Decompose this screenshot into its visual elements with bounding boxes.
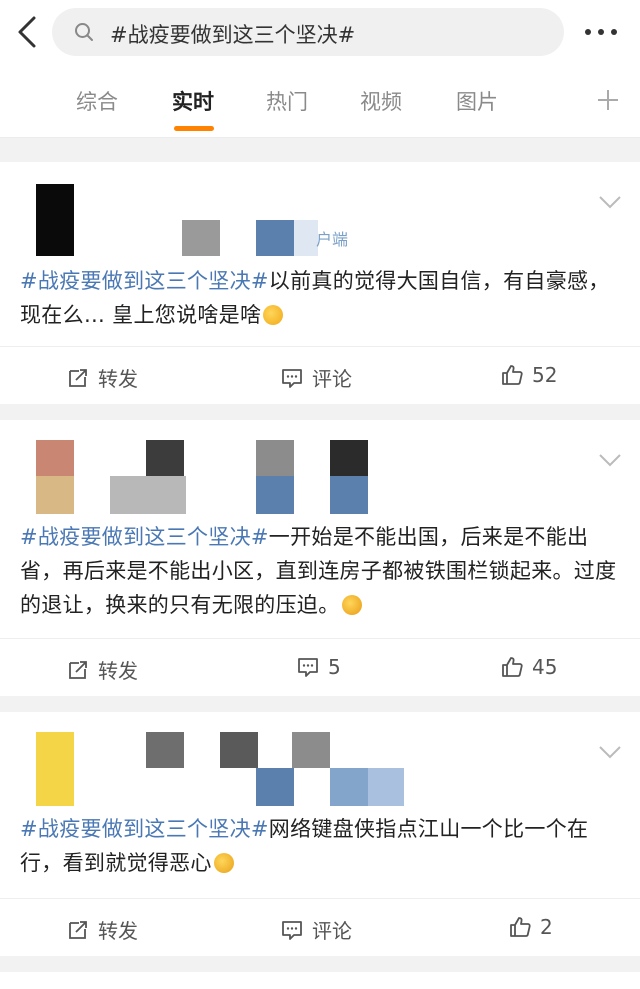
post-text: #战疫要做到这三个坚决#一开始是不能出国，后来是不能出省，再后来是不能出小区，直… xyxy=(20,520,620,622)
vomiting-face-emoji-icon xyxy=(213,853,234,873)
search-icon xyxy=(74,22,94,42)
post-source: 户端 xyxy=(316,230,349,249)
redacted-username xyxy=(110,476,186,514)
chevron-down-icon[interactable] xyxy=(598,452,622,467)
search-box[interactable]: #战疫要做到这三个坚决# xyxy=(52,8,564,56)
hashtag-link[interactable]: #战疫要做到这三个坚决# xyxy=(20,525,269,549)
avatar-lower xyxy=(36,476,74,514)
search-query[interactable]: #战疫要做到这三个坚决# xyxy=(110,19,355,49)
thumbs-up-icon xyxy=(510,917,531,937)
post-card[interactable]: #战疫要做到这三个坚决#网络键盘侠指点江山一个比一个在行，看到就觉得恶心 转发 … xyxy=(0,712,640,956)
like-button[interactable]: 45 xyxy=(500,655,557,679)
post-actions: 转发 评论 2 xyxy=(0,898,640,956)
redacted-username xyxy=(146,440,184,476)
tab-video[interactable]: 视频 xyxy=(360,86,402,116)
repost-icon xyxy=(69,920,87,939)
post-text: #战疫要做到这三个坚决#网络键盘侠指点江山一个比一个在行，看到就觉得恶心 xyxy=(20,812,620,880)
redacted-timestamp xyxy=(256,440,294,476)
post-card[interactable]: 户端 #战疫要做到这三个坚决#以前真的觉得大国自信，有自豪感，现在么… 皇上您说… xyxy=(0,162,640,404)
repost-icon xyxy=(69,368,87,387)
redacted-username xyxy=(146,732,184,768)
post-text: #战疫要做到这三个坚决#以前真的觉得大国自信，有自豪感，现在么… 皇上您说啥是啥 xyxy=(20,264,620,332)
post-actions: 转发 评论 52 xyxy=(0,346,640,404)
tab-bar: 综合 实时 热门 视频 图片 xyxy=(0,66,640,138)
like-button[interactable]: 52 xyxy=(500,363,557,387)
tab-realtime[interactable]: 实时 xyxy=(172,86,214,116)
tab-comprehensive[interactable]: 综合 xyxy=(76,86,118,116)
post-card[interactable]: #战疫要做到这三个坚决#一开始是不能出国，后来是不能出省，再后来是不能出小区，直… xyxy=(0,420,640,696)
comment-icon xyxy=(298,658,318,677)
chevron-down-icon[interactable] xyxy=(598,194,622,209)
redacted-source xyxy=(256,476,294,514)
avatar[interactable] xyxy=(36,184,74,256)
hashtag-link[interactable]: #战疫要做到这三个坚决# xyxy=(20,817,269,841)
more-options-icon[interactable] xyxy=(580,22,624,42)
redacted-username xyxy=(182,220,220,256)
redacted-source xyxy=(330,476,368,514)
top-bar: #战疫要做到这三个坚决# xyxy=(0,0,640,66)
add-tab-icon[interactable] xyxy=(596,88,620,112)
comment-icon xyxy=(282,368,302,388)
comment-icon xyxy=(282,920,302,940)
redacted-source xyxy=(256,768,294,806)
thumbs-up-icon xyxy=(502,365,523,385)
hashtag-link[interactable]: #战疫要做到这三个坚决# xyxy=(20,269,269,293)
redacted-source xyxy=(330,440,368,476)
redacted-username xyxy=(292,732,330,768)
comment-button[interactable]: 评论 xyxy=(280,363,352,392)
repost-button[interactable]: 转发 xyxy=(66,363,138,392)
redacted-source xyxy=(330,768,368,806)
crying-face-emoji-icon xyxy=(341,595,362,615)
redacted-source-blur xyxy=(294,220,318,256)
redacted-source xyxy=(368,768,404,806)
avatar[interactable] xyxy=(36,440,74,476)
comment-button[interactable]: 5 xyxy=(296,655,341,679)
repost-button[interactable]: 转发 xyxy=(66,655,138,684)
repost-icon xyxy=(69,660,87,679)
thumbs-up-icon xyxy=(502,657,523,677)
like-button[interactable]: 2 xyxy=(508,915,553,939)
chevron-down-icon[interactable] xyxy=(598,744,622,759)
repost-button[interactable]: 转发 xyxy=(66,915,138,944)
kissing-face-emoji-icon xyxy=(263,305,284,325)
post-actions: 转发 5 45 xyxy=(0,638,640,696)
avatar[interactable] xyxy=(36,732,74,806)
comment-button[interactable]: 评论 xyxy=(280,915,352,944)
redacted-source xyxy=(256,220,294,256)
active-tab-indicator xyxy=(174,126,214,131)
redacted-username xyxy=(220,732,258,768)
tab-hot[interactable]: 热门 xyxy=(266,86,308,116)
back-arrow-icon[interactable] xyxy=(12,12,44,52)
post-card[interactable] xyxy=(0,972,640,989)
tab-images[interactable]: 图片 xyxy=(456,86,498,116)
